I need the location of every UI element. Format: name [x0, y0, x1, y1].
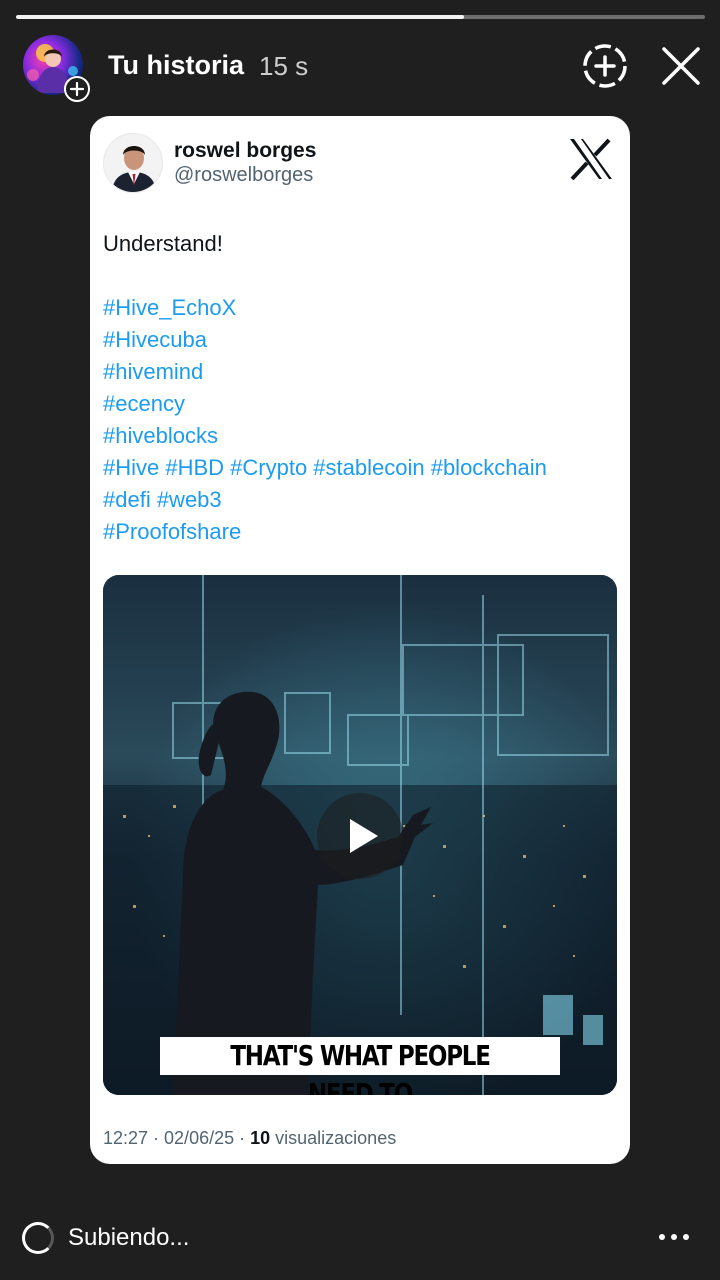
tweet-meta: 12:27 · 02/06/25 · 10 visualizaciones: [103, 1128, 396, 1149]
hashtag-line[interactable]: #hivemind: [103, 356, 618, 388]
tweet-body: Understand!: [103, 231, 223, 256]
hashtag-line[interactable]: #Hive_EchoX: [103, 292, 618, 324]
x-logo-icon: [568, 138, 614, 181]
tweet-timestamp: 12:27 · 02/06/25 ·: [103, 1128, 251, 1148]
plus-icon: [69, 81, 85, 97]
upload-status-text: Subiendo...: [68, 1224, 190, 1251]
author-handle[interactable]: @roswelborges: [174, 164, 313, 187]
video-caption-bar: THAT'S WHAT PEOPLE NEED TO: [160, 1037, 560, 1095]
tweet-card[interactable]: roswel borges @roswelborges Understand! …: [90, 116, 630, 1164]
story-progress-bar: [16, 15, 705, 19]
views-count: 10: [250, 1128, 271, 1148]
add-story-badge[interactable]: [64, 76, 90, 102]
play-icon[interactable]: [317, 793, 403, 879]
story-header: Tu historia 15 s: [0, 30, 720, 102]
close-icon[interactable]: [657, 42, 705, 90]
views-label: visualizaciones: [270, 1128, 397, 1148]
add-circle-icon[interactable]: [581, 42, 629, 90]
hashtag-line[interactable]: #Hive #HBD #Crypto #stablecoin #blockcha…: [103, 452, 618, 484]
hashtag-line[interactable]: #Proofofshare: [103, 516, 618, 548]
video-caption: THAT'S WHAT PEOPLE NEED TO: [230, 1039, 491, 1095]
author-name[interactable]: roswel borges: [174, 139, 316, 163]
video-thumbnail[interactable]: THAT'S WHAT PEOPLE NEED TO: [103, 575, 617, 1095]
hashtag-line[interactable]: #defi #web3: [103, 484, 618, 516]
loading-spinner-icon: [22, 1222, 54, 1254]
author-avatar[interactable]: [103, 133, 163, 193]
story-title[interactable]: Tu historia: [108, 50, 244, 81]
story-time: 15 s: [259, 51, 309, 81]
hashtag-line[interactable]: #ecency: [103, 388, 618, 420]
story-progress-fill: [16, 15, 464, 19]
hashtag-line[interactable]: #Hivecuba: [103, 324, 618, 356]
hashtag-line[interactable]: #hiveblocks: [103, 420, 618, 452]
tweet-text: Understand! #Hive_EchoX #Hivecuba #hivem…: [103, 228, 618, 548]
more-horizontal-icon[interactable]: [650, 1222, 698, 1254]
